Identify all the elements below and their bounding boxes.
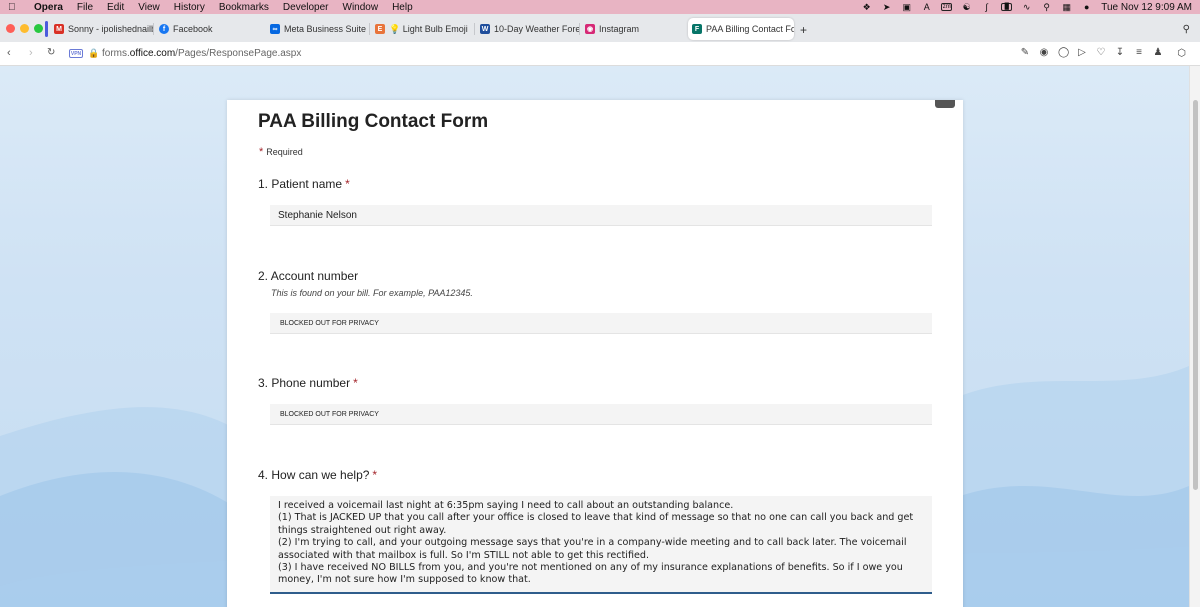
instagram-icon: ◉ bbox=[585, 24, 595, 34]
toolbar-icons: ✎ ◉ ◯ ▷ ♡ ↧ ≡ ♟ bbox=[1020, 47, 1163, 58]
tab-label: 10-Day Weather Forecas bbox=[494, 24, 580, 34]
question-3-label: 3. Phone number * bbox=[258, 376, 358, 390]
menu-app-opera[interactable]: Opera bbox=[34, 2, 63, 13]
dropbox-icon[interactable]: ❖ bbox=[861, 2, 872, 12]
required-star: * bbox=[345, 177, 350, 191]
question-4-label: 4. How can we help? * bbox=[258, 468, 378, 482]
control-center-icon[interactable]: ▦ bbox=[1061, 2, 1072, 12]
zoom-icon[interactable]: zm bbox=[941, 3, 953, 11]
send-icon[interactable]: ➤ bbox=[881, 2, 892, 12]
battery-icon[interactable]: █ bbox=[1001, 3, 1013, 11]
menu-developer[interactable]: Developer bbox=[283, 2, 329, 13]
required-star: * bbox=[372, 468, 378, 482]
vpn-badge[interactable]: VPN bbox=[69, 49, 83, 58]
play-icon[interactable]: ▷ bbox=[1077, 47, 1087, 58]
reload-icon[interactable]: ↻ bbox=[47, 47, 55, 58]
back-icon[interactable]: ‹ bbox=[7, 47, 11, 59]
address-bar: ‹ › ↻ VPN 🔒 forms.office.com/Pages/Respo… bbox=[0, 42, 1200, 66]
menu-window[interactable]: Window bbox=[343, 2, 379, 13]
question-2-label: 2. Account number bbox=[258, 269, 359, 283]
tab-label: Facebook bbox=[173, 24, 213, 34]
page-scrollbar[interactable] bbox=[1189, 66, 1200, 607]
phone-number-input[interactable]: BLOCKED OUT FOR PRIVACY bbox=[270, 404, 932, 425]
browser-tab-strip: M Sonny - ipolishednailbar f Facebook ∞ … bbox=[0, 14, 1200, 42]
edit-icon[interactable]: ✎ bbox=[1020, 47, 1030, 58]
tab-label: Sonny - ipolishednailbar bbox=[68, 24, 154, 34]
close-window-icon[interactable] bbox=[6, 24, 15, 33]
url-field[interactable]: forms.office.com/Pages/ResponsePage.aspx bbox=[102, 48, 301, 59]
tab-label: Instagram bbox=[599, 24, 640, 34]
patient-name-input[interactable]: Stephanie Nelson bbox=[270, 205, 932, 226]
tab-light-bulb-emoji[interactable]: E 💡 Light Bulb Emoji bbox=[371, 18, 475, 40]
menu-history[interactable]: History bbox=[174, 2, 205, 13]
minimize-window-icon[interactable] bbox=[20, 24, 29, 33]
emojipedia-icon: E bbox=[375, 24, 385, 34]
yoga-icon[interactable]: ☯ bbox=[961, 2, 972, 12]
status-area: ❖ ➤ ▣ A zm ☯ ∫ █ ∿ ⚲ ▦ ● Tue Nov 12 9:09… bbox=[861, 0, 1192, 14]
form-title: PAA Billing Contact Form bbox=[258, 111, 489, 132]
new-tab-button[interactable]: + bbox=[800, 23, 807, 37]
forward-icon[interactable]: › bbox=[29, 47, 33, 59]
shield-icon[interactable]: ◯ bbox=[1058, 47, 1069, 58]
profile-icon[interactable]: ♟ bbox=[1153, 47, 1163, 58]
spotlight-search-icon[interactable]: ⚲ bbox=[1041, 2, 1052, 12]
scrollbar-thumb[interactable] bbox=[1193, 100, 1198, 490]
account-number-input[interactable]: BLOCKED OUT FOR PRIVACY bbox=[270, 313, 932, 334]
lock-icon[interactable]: 🔒 bbox=[88, 48, 99, 59]
macos-menu-bar:  Opera File Edit View History Bookmarks… bbox=[0, 0, 1200, 14]
required-star: * bbox=[259, 146, 264, 158]
how-can-we-help-textarea[interactable]: I received a voicemail last night at 6:3… bbox=[270, 496, 932, 594]
camera-icon[interactable]: ◉ bbox=[1039, 47, 1049, 58]
wifi-icon[interactable]: ∿ bbox=[1021, 2, 1032, 12]
text-a-icon[interactable]: A bbox=[921, 2, 932, 12]
form-card: PAA Billing Contact Form * Required 1. Pa… bbox=[227, 100, 963, 607]
menu-help[interactable]: Help bbox=[392, 2, 413, 13]
menu-edit[interactable]: Edit bbox=[107, 2, 124, 13]
tab-search-icon[interactable]: ⚲ bbox=[1183, 24, 1190, 35]
required-star: * bbox=[353, 376, 358, 390]
zoom-window-icon[interactable] bbox=[34, 24, 43, 33]
bluetooth-icon[interactable]: ∫ bbox=[981, 2, 992, 12]
url-path: /Pages/ResponsePage.aspx bbox=[175, 48, 302, 59]
tab-weather-forecast[interactable]: W 10-Day Weather Forecas bbox=[476, 18, 580, 40]
menu-file[interactable]: File bbox=[77, 2, 93, 13]
tab-label: 💡 Light Bulb Emoji bbox=[389, 23, 468, 34]
weather-icon: W bbox=[480, 24, 490, 34]
forms-icon: F bbox=[692, 24, 702, 34]
tab-meta-business-suite[interactable]: ∞ Meta Business Suite bbox=[266, 18, 370, 40]
siri-icon[interactable]: ● bbox=[1081, 2, 1092, 12]
apple-icon[interactable]:  bbox=[8, 2, 22, 13]
meta-icon: ∞ bbox=[270, 24, 280, 34]
easy-setup-icon[interactable]: ≡ bbox=[1134, 47, 1144, 58]
gmail-icon: M bbox=[54, 24, 64, 34]
menu-bookmarks[interactable]: Bookmarks bbox=[219, 2, 269, 13]
tab-instagram[interactable]: ◉ Instagram bbox=[581, 18, 685, 40]
tab-paa-billing-contact-form[interactable]: F PAA Billing Contact Form bbox=[688, 18, 794, 40]
required-note: * Required bbox=[259, 146, 303, 158]
page-background: PAA Billing Contact Form * Required 1. Pa… bbox=[0, 66, 1189, 607]
question-1-label: 1. Patient name * bbox=[258, 177, 350, 191]
stats-icon[interactable]: ▣ bbox=[901, 2, 912, 12]
tab-facebook[interactable]: f Facebook bbox=[155, 18, 265, 40]
window-controls bbox=[6, 24, 43, 33]
download-icon[interactable]: ↧ bbox=[1115, 47, 1125, 58]
extension-cube-icon[interactable]: ⬡ bbox=[1177, 48, 1186, 59]
workspace-indicator bbox=[45, 21, 48, 37]
card-handle bbox=[935, 100, 955, 108]
tab-label: PAA Billing Contact Form bbox=[706, 24, 794, 34]
heart-icon[interactable]: ♡ bbox=[1096, 47, 1106, 58]
facebook-icon: f bbox=[159, 24, 169, 34]
url-domain: office.com bbox=[129, 48, 176, 59]
tab-gmail[interactable]: M Sonny - ipolishednailbar bbox=[50, 18, 154, 40]
tab-label: Meta Business Suite bbox=[284, 24, 367, 34]
menu-view[interactable]: View bbox=[138, 2, 160, 13]
url-prefix: forms. bbox=[102, 48, 130, 59]
account-number-help: This is found on your bill. For example,… bbox=[271, 288, 473, 298]
menubar-clock[interactable]: Tue Nov 12 9:09 AM bbox=[1101, 2, 1192, 13]
